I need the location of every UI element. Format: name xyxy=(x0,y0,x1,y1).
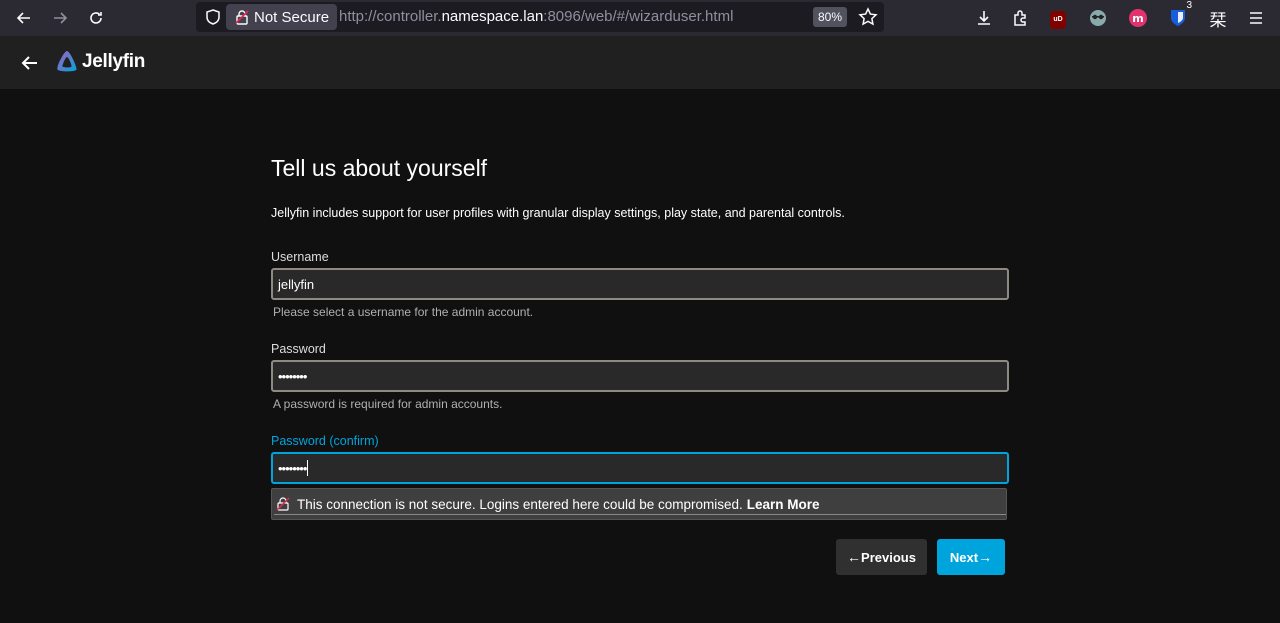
browser-toolbar: Not Secure http://controller.namespace.l… xyxy=(0,0,1280,36)
insecure-warning-text: This connection is not secure. Logins en… xyxy=(297,496,743,512)
page-description: Jellyfin includes support for user profi… xyxy=(271,206,845,220)
insecure-lock-icon xyxy=(234,9,250,25)
bookmark-star-icon[interactable] xyxy=(858,7,878,27)
password-confirm-label: Password (confirm) xyxy=(271,434,379,448)
text-caret xyxy=(307,460,309,476)
svg-text:m: m xyxy=(1132,12,1143,25)
username-help: Please select a username for the admin a… xyxy=(273,305,534,319)
back-icon[interactable] xyxy=(12,6,36,30)
jellyfin-logo-icon xyxy=(57,51,77,72)
ublock-icon[interactable]: uD xyxy=(1046,6,1070,30)
kanji-extension-icon[interactable]: 栞 xyxy=(1206,6,1230,30)
header-back-icon[interactable] xyxy=(18,51,42,75)
security-label: Not Secure xyxy=(254,8,330,26)
privacy-badger-icon[interactable] xyxy=(1086,6,1110,30)
extensions-puzzle-icon[interactable] xyxy=(1008,6,1032,30)
bitwarden-icon[interactable]: 3 xyxy=(1166,0,1192,30)
site-security-button[interactable]: Not Secure xyxy=(226,4,338,30)
jellyfin-logo[interactable]: Jellyfin xyxy=(55,50,145,74)
previous-button[interactable]: ← Previous xyxy=(836,539,927,575)
password-label: Password xyxy=(271,342,326,356)
m-extension-icon[interactable]: m xyxy=(1126,6,1150,30)
url-text[interactable]: http://controller.namespace.lan:8096/web… xyxy=(339,8,733,25)
learn-more-link[interactable]: Learn More xyxy=(747,497,820,512)
app-name: Jellyfin xyxy=(82,51,146,72)
arrow-right-icon: → xyxy=(978,549,993,565)
password-help: A password is required for admin account… xyxy=(273,397,503,411)
extension-badge: 3 xyxy=(1186,0,1192,11)
username-input[interactable]: jellyfin xyxy=(271,268,1009,300)
url-bar[interactable]: Not Secure http://controller.namespace.l… xyxy=(196,2,884,32)
arrow-left-icon: ← xyxy=(847,549,862,565)
zoom-level-button[interactable]: 80% xyxy=(813,7,848,27)
downloads-icon[interactable] xyxy=(972,6,996,30)
insecure-lock-icon xyxy=(276,497,290,511)
page-title: Tell us about yourself xyxy=(271,155,488,181)
app-header: Jellyfin xyxy=(0,36,1280,89)
hamburger-menu-icon[interactable] xyxy=(1244,6,1268,30)
username-label: Username xyxy=(271,250,329,264)
insecure-login-warning[interactable]: This connection is not secure. Logins en… xyxy=(271,488,1007,520)
password-input[interactable]: •••••••• xyxy=(271,360,1009,392)
popup-divider xyxy=(274,514,1006,515)
forward-icon[interactable] xyxy=(48,6,72,30)
tracking-shield-icon[interactable] xyxy=(204,8,222,26)
next-button[interactable]: Next → xyxy=(937,539,1005,575)
reload-icon[interactable] xyxy=(84,6,108,30)
password-confirm-input[interactable]: •••••••• xyxy=(271,452,1009,484)
